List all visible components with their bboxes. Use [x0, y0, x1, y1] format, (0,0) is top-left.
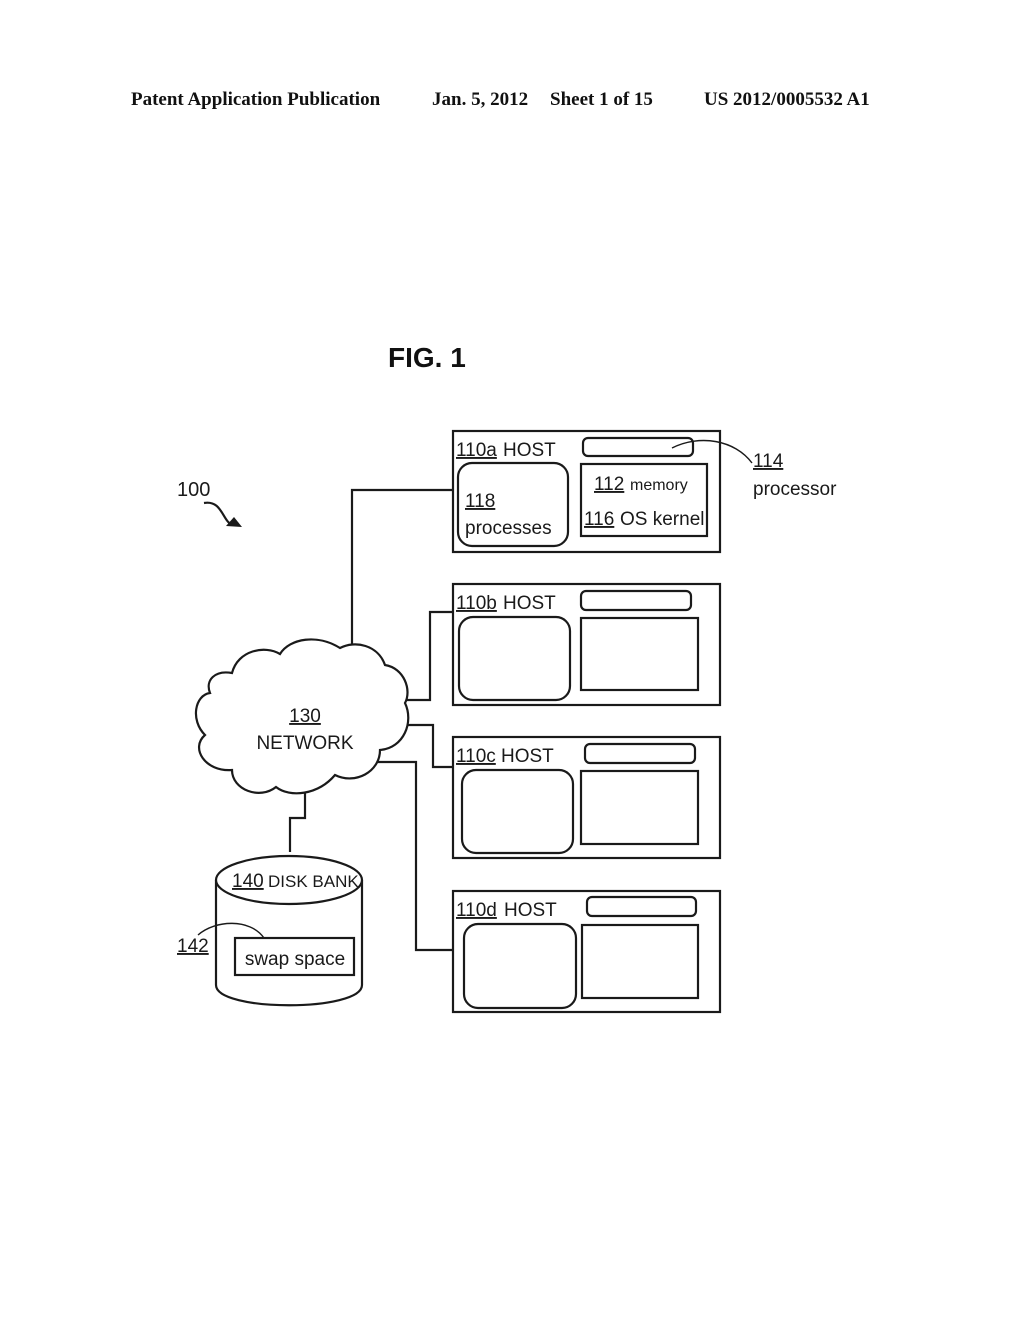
host-label: HOST — [501, 746, 554, 767]
processes-box — [457, 615, 572, 702]
host-label: HOST — [503, 440, 556, 461]
memory-box — [579, 616, 700, 692]
disk-bank-label: DISK BANK — [268, 872, 359, 891]
memory-box — [580, 923, 700, 1000]
memory-ref: 112 — [594, 474, 624, 495]
processor-ref: 114 — [753, 451, 784, 472]
processes-box — [462, 922, 578, 1010]
processor-label: processor — [753, 479, 837, 500]
disk-bank: 140 DISK BANK swap space 142 — [177, 854, 364, 1007]
processor-box — [581, 436, 695, 458]
host-label: HOST — [503, 593, 556, 614]
disk-bank-ref: 140 — [232, 871, 264, 892]
link-disk-bank — [288, 790, 307, 852]
kernel-label: OS kernel — [620, 509, 704, 530]
link-host-a — [350, 488, 453, 660]
host-ref: 110a — [456, 440, 497, 461]
link-host-b — [402, 610, 453, 702]
swap-space-ref: 142 — [177, 936, 209, 957]
processes-label: processes — [465, 518, 552, 539]
host-ref: 110b — [456, 593, 497, 614]
processor-box — [585, 895, 698, 918]
kernel-ref: 116 — [584, 509, 614, 530]
network-ref: 130 — [289, 706, 321, 727]
processes-box — [460, 768, 575, 855]
network-cloud: 130 NETWORK — [194, 638, 410, 795]
processor-box — [583, 742, 697, 765]
processor-box — [579, 589, 693, 612]
memory-box — [579, 769, 700, 846]
host-ref: 110d — [456, 900, 497, 921]
processes-ref: 118 — [465, 491, 495, 512]
network-label: NETWORK — [256, 733, 353, 754]
link-host-c — [405, 723, 453, 769]
link-host-d — [378, 760, 453, 952]
host-110a: 110a HOST 118 processes 112 memory 116 O… — [451, 429, 722, 554]
host-label: HOST — [504, 900, 557, 921]
memory-label: memory — [630, 477, 688, 494]
host-ref: 110c — [456, 746, 496, 767]
figure-title: FIG. 1 — [388, 342, 466, 373]
figure-1-diagram: FIG. 1 100 130 NETWORK 140 DISK BANK swa… — [177, 342, 837, 1014]
host-110c: 110c HOST — [451, 735, 722, 860]
host-110b: 110b HOST — [451, 582, 722, 707]
swap-space-label: swap space — [245, 949, 345, 970]
curved-arrow-icon — [203, 501, 242, 527]
system-ref-label: 100 — [177, 479, 210, 501]
host-110d: 110d HOST — [451, 889, 722, 1014]
